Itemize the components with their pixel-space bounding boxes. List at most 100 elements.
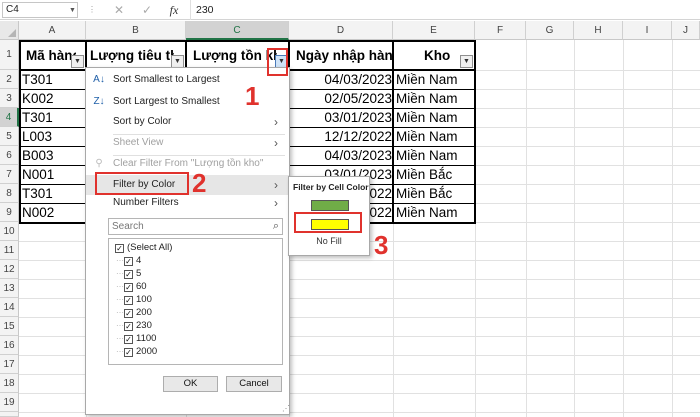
table-cell[interactable]: T301 [22, 184, 53, 203]
row-header[interactable]: 11 [0, 241, 19, 260]
checkbox[interactable]: ✓ [124, 296, 133, 305]
ok-button[interactable]: OK [163, 376, 218, 392]
table-cell[interactable]: T301 [22, 108, 53, 127]
chevron-down-icon[interactable]: ▼ [69, 4, 76, 18]
header-ngay-nhap-hang: Ngày nhập hàng [296, 48, 392, 63]
cancel-formula-icon[interactable]: ✕ [110, 2, 128, 18]
table-border [289, 108, 475, 109]
column-header-a[interactable]: A [19, 21, 86, 40]
header-kho: Kho [424, 48, 451, 63]
row-header[interactable]: 9 [0, 203, 19, 222]
table-cell[interactable]: 03/01/2023 [312, 108, 392, 127]
row-header[interactable]: 18 [0, 374, 19, 393]
list-item[interactable]: ⋯ ✓ 100 [116, 293, 152, 306]
no-fill-option[interactable]: No Fill [289, 236, 369, 246]
table-cell[interactable]: Miền Bắc [396, 184, 452, 203]
row-header[interactable]: 8 [0, 184, 19, 203]
header-ma-hang: Mã hàng [26, 48, 76, 63]
column-header-b[interactable]: B [86, 21, 186, 40]
row-header[interactable]: 14 [0, 298, 19, 317]
tree-line: ⋯ [116, 347, 124, 356]
list-item[interactable]: ⋯ ✓ 5 [116, 267, 141, 280]
column-header-c[interactable]: C [186, 21, 289, 40]
filter-dropdown-icon[interactable]: ▼ [460, 55, 473, 68]
row-header[interactable]: 3 [0, 89, 19, 108]
row-header[interactable]: 1 [0, 40, 19, 70]
column-header-i[interactable]: I [623, 21, 672, 40]
search-input[interactable]: Search ⌕ [108, 218, 283, 235]
column-header-f[interactable]: F [475, 21, 526, 40]
table-cell[interactable]: Miền Nam [396, 70, 458, 89]
table-cell[interactable]: Miền Nam [396, 203, 458, 222]
table-cell[interactable]: B003 [22, 146, 54, 165]
select-all-corner[interactable] [0, 21, 19, 40]
separator-dots-icon: ⋮ [88, 5, 96, 14]
table-cell[interactable]: 04/03/2023 [312, 70, 392, 89]
value-list[interactable]: ✓ (Select All) ⋯ ✓ 4 ⋯ ✓ 5 ⋯ ✓ 60 ⋯ ✓ 100 ⋯ ✓ 200 ⋯… [108, 238, 283, 365]
table-border [289, 127, 475, 128]
search-icon: ⌕ [272, 220, 279, 232]
row-header[interactable]: 6 [0, 146, 19, 165]
list-item[interactable]: ⋯ ✓ 200 [116, 306, 152, 319]
list-item[interactable]: ⋯ ✓ 230 [116, 319, 152, 332]
table-cell[interactable]: L003 [22, 127, 52, 146]
clear-filter-item[interactable]: ⚲ Clear Filter From "Lượng tồn kho" [86, 154, 289, 174]
table-cell[interactable]: T301 [22, 70, 53, 89]
list-item[interactable]: ⋯ ✓ 4 [116, 254, 141, 267]
table-cell[interactable]: Miền Nam [396, 127, 458, 146]
row-header[interactable]: 15 [0, 317, 19, 336]
table-cell[interactable]: K002 [22, 89, 54, 108]
cancel-button[interactable]: Cancel [226, 376, 282, 392]
column-header-h[interactable]: H [574, 21, 623, 40]
enter-formula-icon[interactable]: ✓ [138, 2, 156, 18]
checkbox[interactable]: ✓ [124, 348, 133, 357]
list-item[interactable]: ⋯ ✓ 1100 [116, 332, 156, 345]
table-cell[interactable]: N001 [22, 165, 54, 184]
sort-by-color-item[interactable]: Sort by Color › [86, 112, 289, 132]
column-header-g[interactable]: G [526, 21, 574, 40]
row-header[interactable]: 19 [0, 393, 19, 412]
row-header[interactable]: 13 [0, 279, 19, 298]
row-header[interactable]: 17 [0, 355, 19, 374]
checkbox[interactable]: ✓ [124, 270, 133, 279]
checkbox[interactable]: ✓ [124, 283, 133, 292]
table-border [289, 165, 475, 166]
row-header[interactable]: 2 [0, 70, 19, 89]
filter-dropdown-icon[interactable]: ▼ [71, 55, 84, 68]
row-header[interactable]: 7 [0, 165, 19, 184]
table-cell[interactable]: 04/03/2023 [312, 146, 392, 165]
checkbox[interactable]: ✓ [124, 335, 133, 344]
row-header[interactable]: 16 [0, 336, 19, 355]
annotation-box-2 [95, 172, 189, 195]
row-header[interactable]: 5 [0, 127, 19, 146]
divider [190, 0, 191, 20]
number-filters-item[interactable]: Number Filters › [86, 193, 289, 213]
checkbox[interactable]: ✓ [124, 309, 133, 318]
row-header[interactable]: 4 [0, 108, 19, 127]
insert-function-icon[interactable]: fx [165, 2, 183, 18]
checkbox[interactable]: ✓ [115, 244, 124, 253]
row-header[interactable]: 12 [0, 260, 19, 279]
table-cell[interactable]: 12/12/2022 [312, 127, 392, 146]
column-header-e[interactable]: E [393, 21, 475, 40]
table-cell[interactable]: Miền Bắc [396, 165, 452, 184]
list-item[interactable]: ⋯ ✓ 60 [116, 280, 147, 293]
resize-grip-icon[interactable]: ⋰ [282, 404, 290, 413]
list-item[interactable]: ✓ (Select All) [115, 241, 172, 254]
table-cell[interactable]: N002 [22, 203, 54, 222]
row-header[interactable] [0, 412, 19, 417]
table-cell[interactable]: 02/05/2023 [312, 89, 392, 108]
table-cell[interactable]: Miền Nam [396, 89, 458, 108]
checkbox[interactable]: ✓ [124, 257, 133, 266]
table-cell[interactable]: Miền Nam [396, 108, 458, 127]
table-cell[interactable]: Miền Nam [396, 146, 458, 165]
row-header[interactable]: 10 [0, 222, 19, 241]
name-box[interactable]: C4 ▼ [2, 2, 78, 18]
column-header-d[interactable]: D [289, 21, 393, 40]
sheet-view-item[interactable]: Sheet View › [86, 133, 289, 153]
column-header-j[interactable]: J [672, 21, 700, 40]
list-item[interactable]: ⋯ ✓ 2000 [116, 345, 157, 358]
checkbox[interactable]: ✓ [124, 322, 133, 331]
formula-input[interactable]: 230 [196, 2, 214, 18]
green-color-swatch[interactable] [311, 200, 349, 211]
